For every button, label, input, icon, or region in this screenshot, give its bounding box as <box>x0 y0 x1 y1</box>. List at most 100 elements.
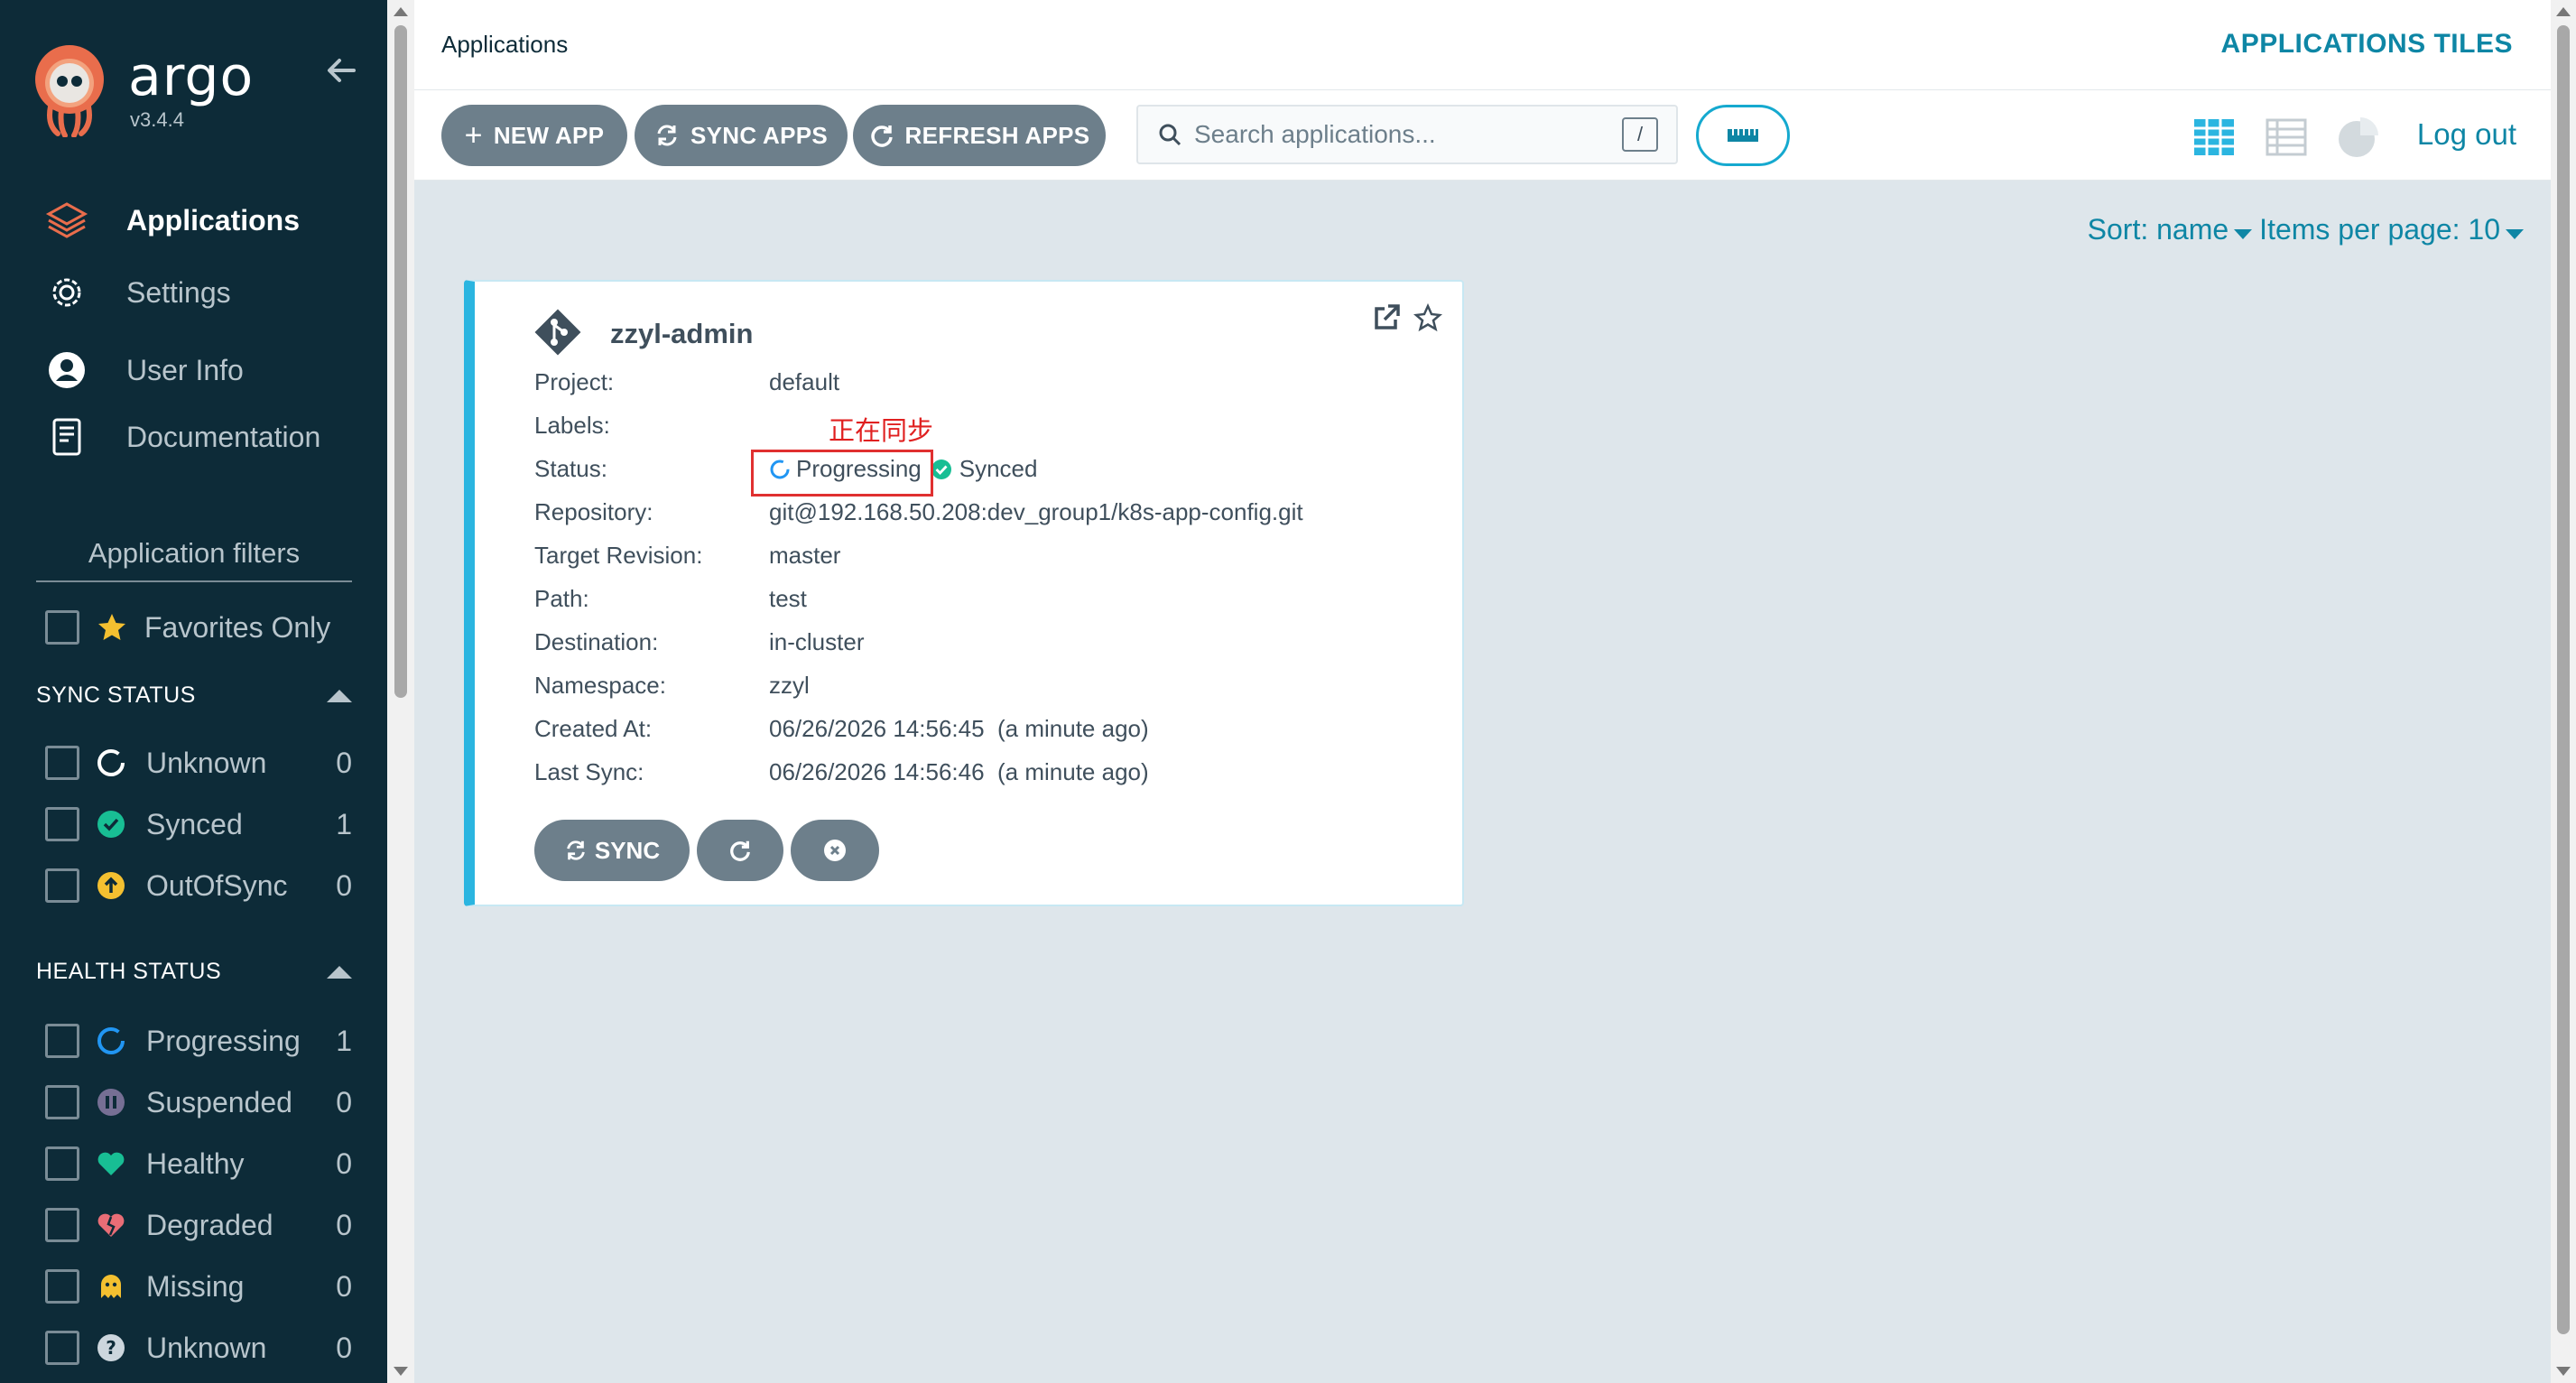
sync-apps-label: SYNC APPS <box>690 121 828 149</box>
filter-health-degraded[interactable]: Degraded 0 <box>45 1202 352 1248</box>
svg-text:?: ? <box>106 1337 116 1359</box>
filter-checkbox[interactable] <box>45 1208 79 1242</box>
sidebar-item-settings[interactable]: Settings <box>45 267 370 318</box>
close-circle-icon <box>824 840 846 861</box>
filter-checkbox[interactable] <box>45 807 79 841</box>
field-key: Path: <box>534 585 589 612</box>
collapse-caret-icon[interactable] <box>327 689 352 702</box>
field-value: git@192.168.50.208:dev_group1/k8s-app-co… <box>769 498 1303 525</box>
favorites-label: Favorites Only <box>144 610 331 644</box>
sort-dropdown[interactable]: Sort: name <box>2088 213 2253 246</box>
field-repository: Repository: git@192.168.50.208:dev_group1… <box>534 498 1303 526</box>
scroll-down-arrow-icon[interactable] <box>2556 1367 2571 1376</box>
field-key: Repository: <box>534 498 653 525</box>
items-per-page-label: Items per page: 10 <box>2259 213 2500 246</box>
external-link-icon[interactable] <box>1372 303 1401 332</box>
field-value: in-cluster <box>769 628 865 655</box>
filter-count: 0 <box>336 1085 352 1118</box>
list-view-icon[interactable] <box>2265 116 2308 159</box>
check-circle-icon <box>96 809 126 840</box>
field-key: Project: <box>534 368 615 395</box>
filter-checkbox[interactable] <box>45 868 79 903</box>
health-status-title: HEALTH STATUS <box>36 959 222 984</box>
favorites-checkbox[interactable] <box>45 610 79 645</box>
filter-health-suspended[interactable]: Suspended 0 <box>45 1080 352 1125</box>
argo-logo <box>35 45 104 137</box>
filter-label: Missing <box>146 1269 245 1303</box>
filter-health-healthy[interactable]: Healthy 0 <box>45 1141 352 1186</box>
filter-label: Suspended <box>146 1085 292 1118</box>
sidebar-scrollbar[interactable] <box>387 0 414 1383</box>
scrollbar-thumb[interactable] <box>2557 25 2570 1334</box>
sync-status-title: SYNC STATUS <box>36 682 196 708</box>
page-scrollbar[interactable] <box>2551 0 2576 1383</box>
sync-status-header[interactable]: SYNC STATUS <box>36 682 352 709</box>
scroll-down-arrow-icon[interactable] <box>394 1367 408 1376</box>
refresh-icon <box>870 125 893 147</box>
caret-down-icon <box>2506 229 2524 239</box>
filter-health-progressing[interactable]: Progressing 1 <box>45 1018 352 1063</box>
sync-button[interactable]: SYNC <box>534 820 690 881</box>
delete-button[interactable] <box>791 820 879 881</box>
filter-sync-synced[interactable]: Synced 1 <box>45 802 352 847</box>
favorites-only-filter[interactable]: Favorites Only <box>45 605 330 650</box>
user-icon <box>45 348 88 392</box>
arrow-up-circle-icon <box>96 870 126 901</box>
health-status-header[interactable]: HEALTH STATUS <box>36 959 352 985</box>
filter-count: 0 <box>336 1146 352 1180</box>
filter-sync-outofsync[interactable]: OutOfSync 0 <box>45 863 352 908</box>
filter-count: 1 <box>336 807 352 840</box>
sort-controls: Sort: name Items per page: 10 <box>2088 213 2524 246</box>
summary-view-icon[interactable] <box>2337 116 2380 159</box>
sync-label: SYNC <box>594 836 661 864</box>
brand-name: argo <box>128 45 255 108</box>
field-key: Target Revision: <box>534 542 703 569</box>
sync-apps-button[interactable]: SYNC APPS <box>635 105 848 166</box>
filter-checkbox[interactable] <box>45 1146 79 1181</box>
filter-count: 0 <box>336 1269 352 1303</box>
field-created-at: Created At: 06/26/2026 14:56:45 (a minute… <box>534 715 1149 743</box>
top-bar: Applications APPLICATIONS TILES <box>414 0 2551 90</box>
question-circle-icon: ? <box>96 1332 126 1363</box>
filter-checkbox[interactable] <box>45 1024 79 1058</box>
collapse-caret-icon[interactable] <box>327 965 352 979</box>
field-key: Created At: <box>534 715 653 742</box>
sort-label: Sort: name <box>2087 213 2229 246</box>
search-input[interactable] <box>1194 120 1622 149</box>
annotation-text: 正在同步 <box>829 415 934 446</box>
field-value: zzyl <box>769 672 810 699</box>
refresh-button[interactable] <box>697 820 783 881</box>
filter-pill-button[interactable] <box>1696 105 1790 166</box>
star-outline-icon[interactable] <box>1413 303 1442 332</box>
sidebar-item-documentation[interactable]: Documentation <box>45 412 370 462</box>
filter-checkbox[interactable] <box>45 1331 79 1365</box>
scroll-up-arrow-icon[interactable] <box>2556 7 2571 16</box>
scrollbar-thumb[interactable] <box>394 25 407 698</box>
collapse-sidebar-icon[interactable] <box>323 52 359 88</box>
sidebar-item-label: User Info <box>126 353 244 386</box>
breadcrumb[interactable]: Applications <box>441 31 568 59</box>
logout-link[interactable]: Log out <box>2417 117 2516 152</box>
application-tile[interactable]: zzyl-admin Project: default Labels: 正在同步 … <box>464 280 1464 906</box>
sync-icon <box>657 125 677 146</box>
field-path: Path: test <box>534 585 807 613</box>
filter-checkbox[interactable] <box>45 1269 79 1304</box>
scroll-up-arrow-icon[interactable] <box>394 7 408 16</box>
git-icon <box>534 309 581 356</box>
filter-count: 0 <box>336 868 352 902</box>
filter-sync-unknown[interactable]: Unknown 0 <box>45 740 352 785</box>
filter-count: 1 <box>336 1024 352 1057</box>
tiles-view-icon[interactable] <box>2192 116 2236 159</box>
filter-health-missing[interactable]: Missing 0 <box>45 1264 352 1309</box>
search-box[interactable]: / <box>1136 105 1678 164</box>
items-per-page-dropdown[interactable]: Items per page: 10 <box>2259 213 2524 246</box>
sidebar-item-applications[interactable]: Applications <box>45 195 370 246</box>
filter-checkbox[interactable] <box>45 1085 79 1119</box>
filter-health-unknown[interactable]: ? Unknown 0 <box>45 1325 352 1370</box>
new-app-button[interactable]: + NEW APP <box>441 105 627 166</box>
refresh-apps-button[interactable]: REFRESH APPS <box>853 105 1106 166</box>
sidebar-item-user-info[interactable]: User Info <box>45 345 370 395</box>
app-name[interactable]: zzyl-admin <box>610 318 753 350</box>
field-key: Namespace: <box>534 672 666 699</box>
filter-checkbox[interactable] <box>45 746 79 780</box>
